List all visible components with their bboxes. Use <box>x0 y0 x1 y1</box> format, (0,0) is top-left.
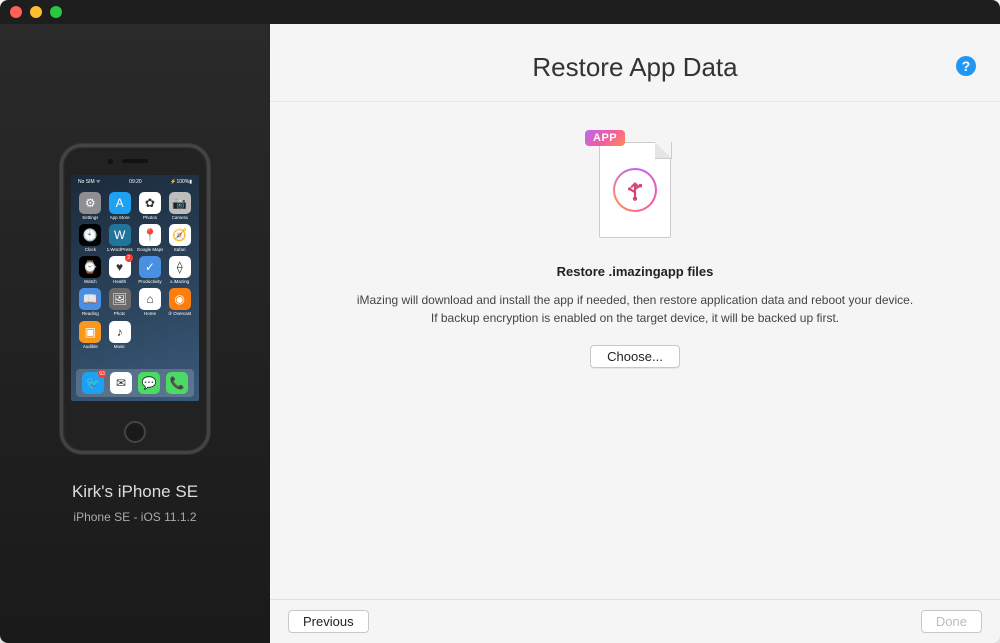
app-icon-cell: ♪Music <box>107 321 133 349</box>
app-icon: ⌚ <box>79 256 101 278</box>
app-icon: ♪ <box>109 321 131 343</box>
main-panel: Restore App Data ? <box>270 24 1000 643</box>
app-icon-cell: W1.WordPress <box>107 224 133 252</box>
app-label: Camera <box>172 215 188 220</box>
app-icon-cell: 📷Camera <box>167 192 192 220</box>
app-icon-cell: ⌂Home <box>137 288 164 317</box>
phone-mockup: No SIM ᯤ 09:20 ⚡100%▮ ⚙SettingsAApp Stor… <box>60 144 210 454</box>
app-icon-cell: 🕙Clock <box>78 224 103 252</box>
status-bar: No SIM ᯤ 09:20 ⚡100%▮ <box>76 179 194 188</box>
app-icon-cell: AApp Store <box>107 192 133 220</box>
maximize-icon[interactable] <box>50 6 62 18</box>
phone-camera <box>108 159 113 164</box>
app-label: Settings <box>82 215 98 220</box>
dock-app-icon: 📞 <box>166 372 188 394</box>
app-label: Productivity <box>138 279 161 284</box>
minimize-icon[interactable] <box>30 6 42 18</box>
app-icon-cell: 📍Google Maps <box>137 224 164 252</box>
app-icon: 📍 <box>139 224 161 246</box>
app-icon-cell: ▣Audible <box>78 321 103 349</box>
app-icon-cell: 📖Reading <box>78 288 103 317</box>
app-label: Photo <box>114 311 126 316</box>
app-icon: ✓ <box>139 256 161 278</box>
app-label: 1.WordPress <box>107 247 133 252</box>
app-label: ③ Overcast <box>168 311 191 317</box>
app-label: Home <box>144 311 156 316</box>
desc-line-2: If backup encryption is enabled on the t… <box>431 311 839 325</box>
app-grid: ⚙SettingsAApp Store✿Photos📷Camera🕙ClockW… <box>76 192 194 349</box>
device-sidebar: No SIM ᯤ 09:20 ⚡100%▮ ⚙SettingsAApp Stor… <box>0 24 270 643</box>
restore-subtitle: Restore .imazingapp files <box>557 264 714 279</box>
restore-description: iMazing will download and install the ap… <box>357 291 913 327</box>
app-icon-cell: ⌚Watch <box>78 256 103 284</box>
done-button: Done <box>921 610 982 633</box>
main-header: Restore App Data ? <box>270 24 1000 102</box>
dock-app-icon: 💬 <box>138 372 160 394</box>
notification-badge: 2 <box>125 254 133 262</box>
app-icon: ⌂ <box>139 288 161 310</box>
app-badge: APP <box>585 130 625 146</box>
dock-app-icon: 🐦93 <box>82 372 104 394</box>
device-subtitle: iPhone SE - iOS 11.1.2 <box>73 510 196 524</box>
content-area: No SIM ᯤ 09:20 ⚡100%▮ ⚙SettingsAApp Stor… <box>0 24 1000 643</box>
close-icon[interactable] <box>10 6 22 18</box>
app-label: App Store <box>110 215 130 220</box>
app-icon: ▣ <box>79 321 101 343</box>
app-icon: 📷 <box>169 192 191 214</box>
app-window: No SIM ᯤ 09:20 ⚡100%▮ ⚙SettingsAApp Stor… <box>0 0 1000 643</box>
status-left: No SIM ᯤ <box>78 179 101 188</box>
app-label: Watch <box>84 279 97 284</box>
app-icon-cell: ◉③ Overcast <box>167 288 192 317</box>
app-label: Audible <box>83 344 98 349</box>
page-title: Restore App Data <box>290 52 980 83</box>
app-icon: W <box>109 224 131 246</box>
app-label: Clock <box>85 247 96 252</box>
app-label: Music <box>114 344 126 349</box>
titlebar <box>0 0 1000 24</box>
app-icon: 🕙 <box>79 224 101 246</box>
app-icon-cell: ♥2Health <box>107 256 133 284</box>
app-icon-cell: ⟠x.iMazing <box>167 256 192 284</box>
app-icon: ◉ <box>169 288 191 310</box>
status-center: 09:20 <box>129 179 142 188</box>
app-label: Safari <box>174 247 186 252</box>
choose-button[interactable]: Choose... <box>590 345 680 368</box>
app-label: Google Maps <box>137 247 164 252</box>
help-icon[interactable]: ? <box>956 56 976 76</box>
app-label: Reading <box>82 311 99 316</box>
app-icon-cell: ⚙Settings <box>78 192 103 220</box>
app-icon: 🖼 <box>109 288 131 310</box>
usb-icon <box>622 177 648 203</box>
app-label: x.iMazing <box>170 279 189 284</box>
phone-screen: No SIM ᯤ 09:20 ⚡100%▮ ⚙SettingsAApp Stor… <box>71 175 199 401</box>
app-icon-cell: 🧭Safari <box>167 224 192 252</box>
dock-app-icon: ✉ <box>110 372 132 394</box>
file-fold-corner <box>655 142 671 158</box>
app-icon-cell: 🖼Photo <box>107 288 133 317</box>
status-right: ⚡100%▮ <box>170 179 192 188</box>
notification-badge: 93 <box>98 370 106 378</box>
app-icon: 🧭 <box>169 224 191 246</box>
app-icon: ⟠ <box>169 256 191 278</box>
device-name: Kirk's iPhone SE <box>72 482 198 502</box>
desc-line-1: iMazing will download and install the ap… <box>357 293 913 307</box>
app-label: Photos <box>143 215 157 220</box>
app-icon: ♥2 <box>109 256 131 278</box>
phone-speaker <box>122 159 148 163</box>
home-button-icon <box>124 421 146 443</box>
phone-dock: 🐦93 ✉ 💬 📞 <box>76 369 194 397</box>
main-body: APP Restore .imazingapp files iMazing wi… <box>270 102 1000 599</box>
footer: Previous Done <box>270 599 1000 643</box>
app-label: Health <box>113 279 126 284</box>
previous-button[interactable]: Previous <box>288 610 369 633</box>
app-icon: 📖 <box>79 288 101 310</box>
imazing-logo-circle <box>613 168 657 212</box>
app-icon: A <box>109 192 131 214</box>
app-icon-cell: ✿Photos <box>137 192 164 220</box>
app-icon: ✿ <box>139 192 161 214</box>
app-icon-cell: ✓Productivity <box>137 256 164 284</box>
imazingapp-file-icon: APP <box>591 130 679 242</box>
app-icon: ⚙ <box>79 192 101 214</box>
